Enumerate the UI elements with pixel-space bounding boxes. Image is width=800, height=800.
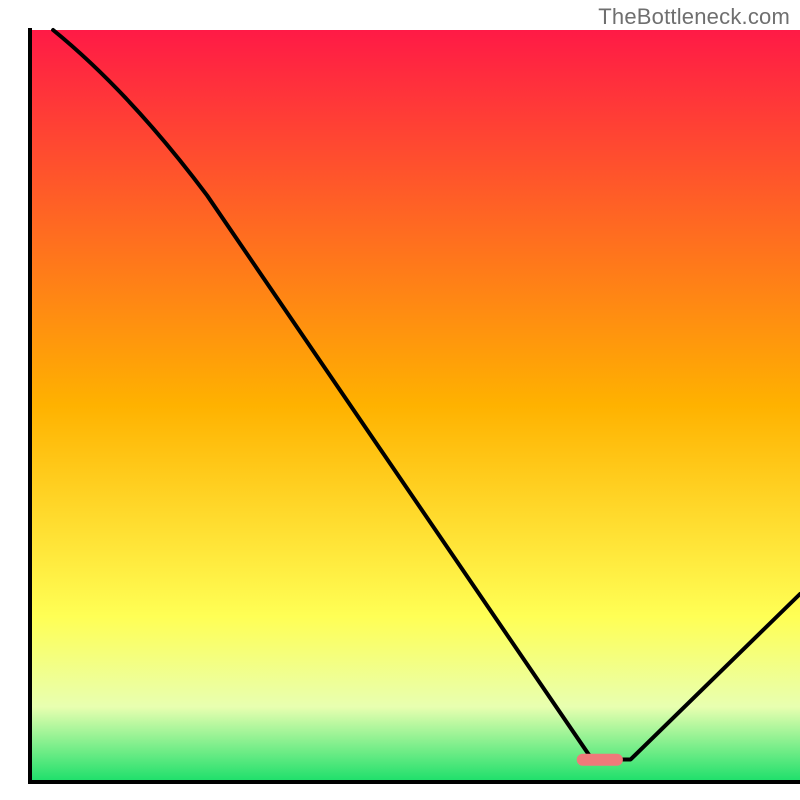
bottleneck-chart	[0, 0, 800, 800]
chart-wrapper: TheBottleneck.com	[0, 0, 800, 800]
plot-area	[30, 30, 800, 782]
optimal-marker	[577, 754, 623, 766]
watermark-text: TheBottleneck.com	[598, 4, 790, 30]
